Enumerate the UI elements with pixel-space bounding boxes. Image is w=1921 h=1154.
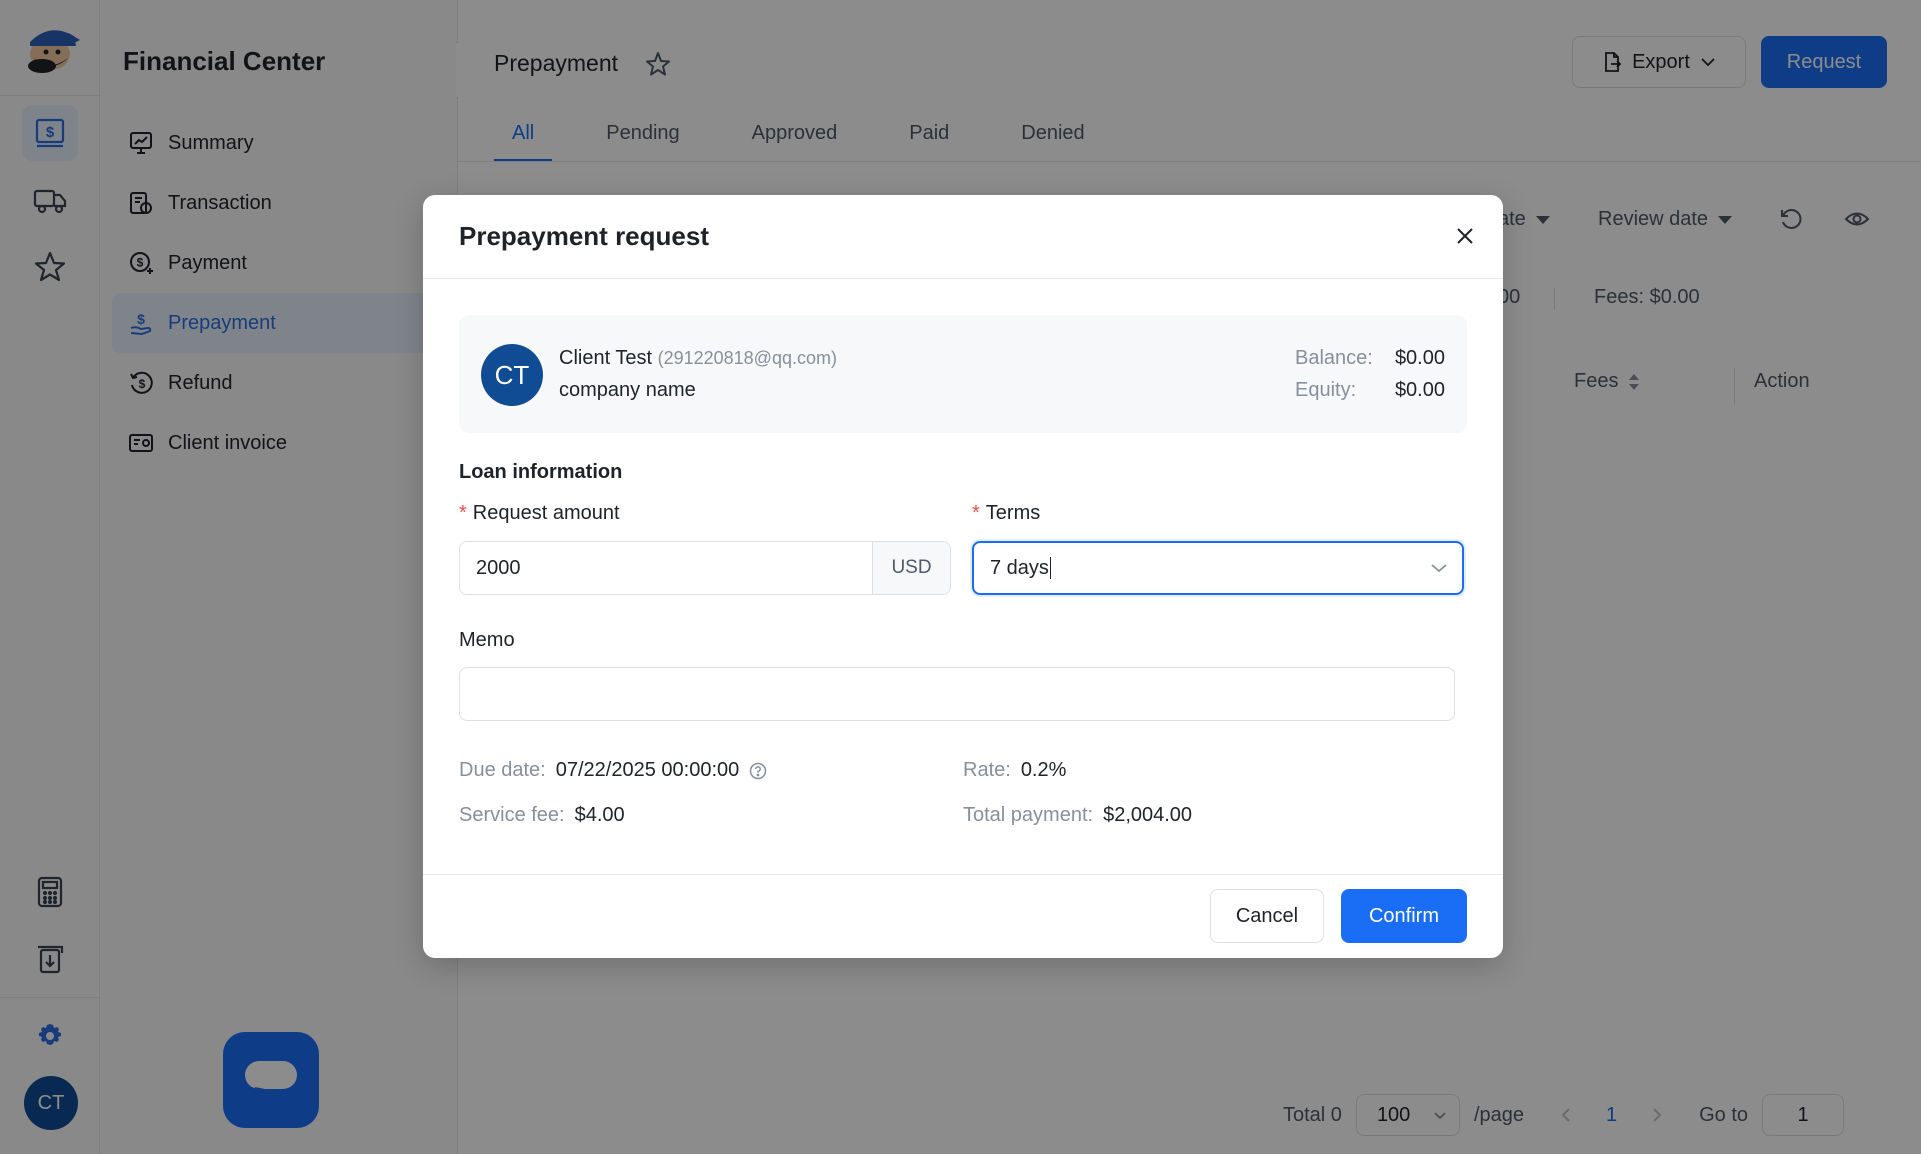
client-card: CT Client Test (291220818@qq.com) compan… (459, 315, 1467, 433)
terms-label-text: Terms (985, 502, 1041, 524)
rate-row: Rate: 0.2% (963, 759, 1066, 782)
request-amount-input[interactable] (460, 542, 872, 594)
text-cursor (1049, 557, 1051, 580)
close-button[interactable] (1450, 221, 1480, 251)
terms-value: 7 days (990, 556, 1049, 579)
required-marker: * (459, 502, 467, 524)
memo-label: Memo (459, 629, 515, 651)
client-avatar: CT (481, 344, 543, 406)
client-email: (291220818@qq.com) (657, 348, 837, 368)
required-marker: * (972, 502, 980, 524)
request-amount-field: USD (459, 541, 951, 595)
balance-label: Balance: (1295, 347, 1373, 369)
due-date-value: 07/22/2025 00:00:00 (555, 759, 740, 781)
dialog-header-divider (423, 278, 1503, 279)
terms-value-wrap: 7 days (990, 557, 1051, 580)
request-amount-label-text: Request amount (472, 502, 620, 524)
dialog-title: Prepayment request (459, 221, 709, 251)
total-payment-label: Total payment: (963, 804, 1094, 826)
total-payment-value: $2,004.00 (1103, 804, 1193, 826)
client-name: Client Test (559, 347, 653, 369)
equity-label: Equity: (1295, 379, 1357, 401)
rate-value: 0.2% (1020, 759, 1067, 781)
help-icon[interactable] (749, 762, 767, 780)
dialog-footer-divider (423, 874, 1503, 875)
confirm-button[interactable]: Confirm (1341, 889, 1467, 943)
due-date-row: Due date: 07/22/2025 00:00:00 (459, 759, 767, 782)
due-date-label: Due date: (459, 759, 546, 781)
currency-suffix: USD (872, 542, 950, 594)
request-amount-label: * Request amount (459, 502, 620, 525)
client-company: company name (559, 379, 696, 401)
rate-label: Rate: (963, 759, 1011, 781)
memo-input[interactable] (459, 667, 1455, 721)
service-fee-value: $4.00 (574, 804, 625, 826)
client-name-line: Client Test (291220818@qq.com) (559, 347, 837, 370)
terms-label: * Terms (972, 502, 1040, 525)
balance-value: $0.00 (1394, 347, 1445, 369)
cancel-button[interactable]: Cancel (1210, 889, 1324, 943)
chevron-down-icon (1431, 564, 1447, 573)
terms-select[interactable]: 7 days (972, 541, 1464, 595)
close-icon (1457, 228, 1473, 244)
prepayment-request-dialog: Prepayment request CT Client Test (29122… (423, 195, 1503, 958)
service-fee-row: Service fee: $4.00 (459, 804, 625, 827)
total-payment-row: Total payment: $2,004.00 (963, 804, 1192, 827)
equity-value: $0.00 (1394, 379, 1445, 401)
service-fee-label: Service fee: (459, 804, 565, 826)
loan-info-heading: Loan information (459, 461, 623, 483)
